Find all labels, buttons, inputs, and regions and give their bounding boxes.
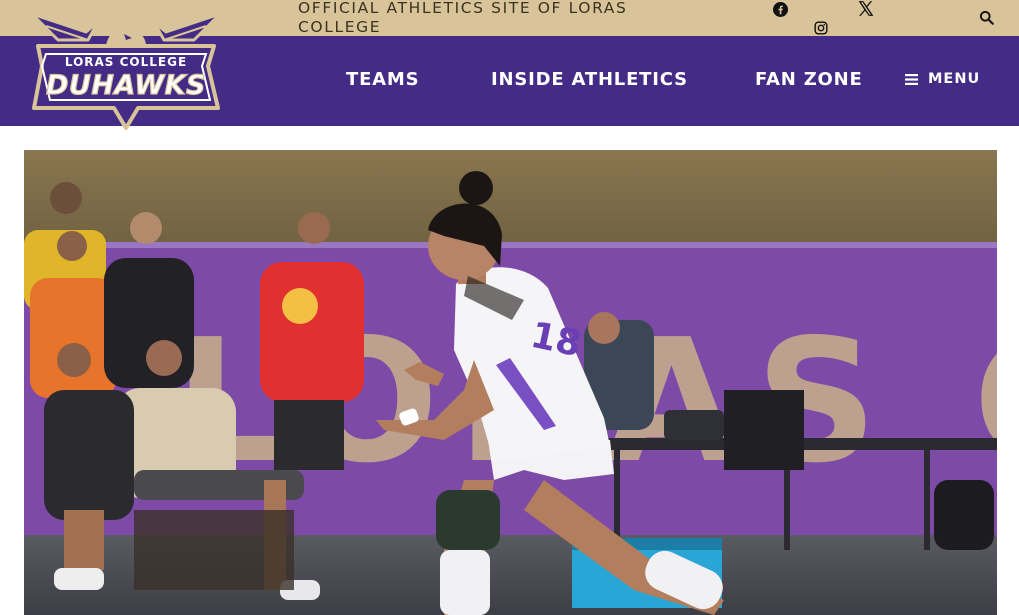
logo-line2: DUHAWKS [46,70,206,101]
facebook-icon[interactable] [772,1,788,17]
nav-item-inside-athletics[interactable]: INSIDE ATHLETICS [491,69,688,90]
duhawks-logo[interactable]: LORAS COLLEGE DUHAWKS [28,10,224,132]
nav-item-fan-zone[interactable]: FAN ZONE [755,69,863,90]
hamburger-icon [905,73,918,85]
site-tagline: OFFICIAL ATHLETICS SITE OF LORAS COLLEGE [298,0,628,36]
x-icon[interactable] [857,0,875,17]
menu-label: MENU [928,71,981,87]
search-button[interactable] [979,10,996,27]
search-icon [979,10,994,25]
menu-button[interactable]: MENU [905,71,980,87]
instagram-icon[interactable] [813,20,829,36]
nav-item-teams[interactable]: TEAMS [346,69,419,90]
hero-photo: LORAS COLLEGE [24,150,997,615]
logo-line1: LORAS COLLEGE [65,55,187,69]
